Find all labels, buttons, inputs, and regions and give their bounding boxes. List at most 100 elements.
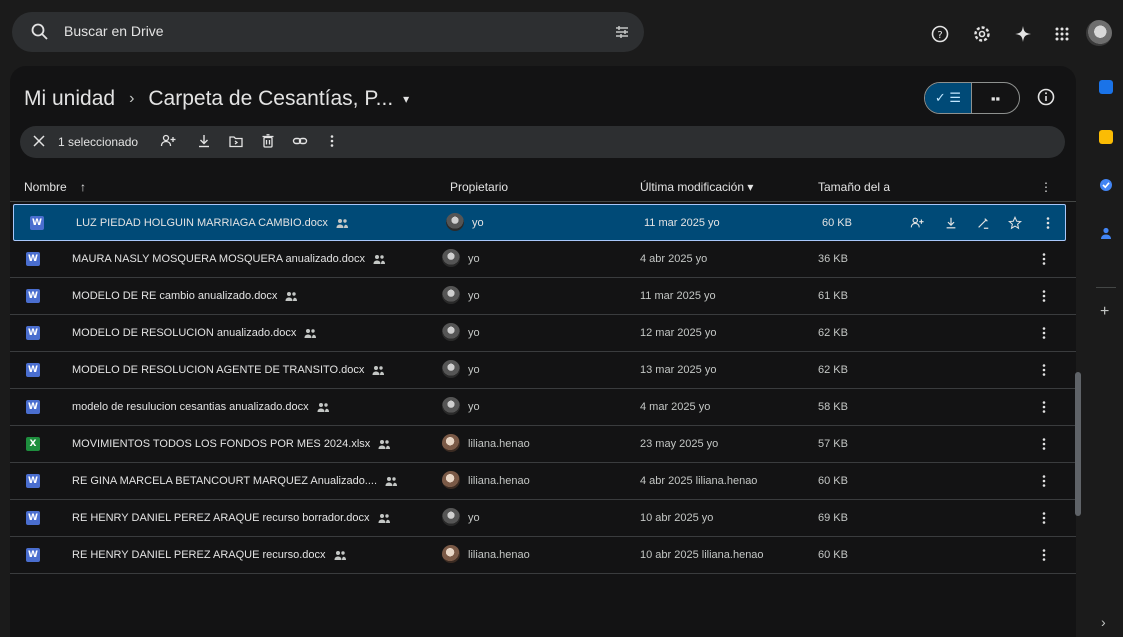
download-icon[interactable] [196, 133, 212, 149]
word-file-icon: W [26, 474, 40, 488]
file-name[interactable]: MODELO DE RE cambio anualizado.docx [72, 290, 277, 302]
more-actions-icon[interactable] [1038, 325, 1050, 341]
more-actions-icon[interactable] [1038, 288, 1050, 304]
more-actions-icon[interactable] [1038, 399, 1050, 415]
owner-avatar [442, 360, 460, 378]
column-header-modified[interactable]: Última modificación ▾ [640, 180, 753, 194]
more-actions-icon[interactable] [324, 133, 340, 149]
search-bar[interactable]: Buscar en Drive [12, 12, 644, 52]
owner-avatar [442, 471, 460, 489]
file-size: 69 KB [818, 512, 848, 524]
last-modified: 12 mar 2025 yo [640, 327, 717, 339]
info-icon[interactable] [1036, 87, 1056, 107]
download-icon[interactable] [944, 216, 958, 230]
more-actions-icon[interactable] [1038, 547, 1050, 563]
word-file-icon: W [26, 326, 40, 340]
gemini-sparkle-icon[interactable] [1013, 24, 1033, 44]
shared-icon [372, 366, 384, 375]
breadcrumb-current[interactable]: Carpeta de Cesantías, P... [148, 87, 393, 111]
tasks-icon[interactable] [1099, 178, 1113, 192]
file-name[interactable]: RE HENRY DANIEL PEREZ ARAQUE recurso bor… [72, 512, 370, 524]
table-row[interactable]: W RE HENRY DANIEL PEREZ ARAQUE recurso.do… [10, 537, 1076, 574]
calendar-icon[interactable] [1099, 80, 1113, 94]
column-options-icon[interactable]: ⋮ [1040, 180, 1052, 194]
share-icon[interactable] [160, 133, 176, 149]
keep-icon[interactable] [1099, 130, 1113, 144]
more-actions-icon[interactable] [1042, 215, 1054, 231]
selection-toolbar: 1 seleccionado [20, 126, 1065, 158]
breadcrumb: Mi unidad › Carpeta de Cesantías, P... ▾ [24, 84, 409, 114]
grid-view-button[interactable]: ▪▪ [972, 83, 1019, 113]
table-row[interactable]: W MODELO DE RE cambio anualizado.docx yo 11… [10, 278, 1076, 315]
more-actions-icon[interactable] [1038, 362, 1050, 378]
contacts-icon[interactable] [1099, 226, 1113, 240]
word-file-icon: W [26, 548, 40, 562]
more-actions-icon[interactable] [1038, 436, 1050, 452]
owner-name: liliana.henao [468, 438, 530, 450]
column-header-size[interactable]: Tamaño del a [818, 180, 890, 194]
file-size: 60 KB [818, 475, 848, 487]
copy-link-icon[interactable] [292, 133, 308, 149]
apps-grid-icon[interactable] [1052, 24, 1072, 44]
owner-name: yo [468, 253, 480, 265]
table-row[interactable]: X MOVIMIENTOS TODOS LOS FONDOS POR MES 20… [10, 426, 1076, 463]
owner-avatar [446, 213, 464, 231]
search-input[interactable]: Buscar en Drive [64, 23, 164, 39]
file-name[interactable]: MODELO DE RESOLUCION AGENTE DE TRANSITO.… [72, 364, 364, 376]
last-modified: 23 may 2025 yo [640, 438, 719, 450]
table-header: Nombre ↑ Propietario Última modificación… [10, 170, 1076, 202]
more-actions-icon[interactable] [1038, 473, 1050, 489]
file-name[interactable]: MOVIMIENTOS TODOS LOS FONDOS POR MES 202… [72, 438, 370, 450]
table-row[interactable]: W MODELO DE RESOLUCION AGENTE DE TRANSITO… [10, 352, 1076, 389]
sort-arrow-icon[interactable]: ↑ [80, 180, 86, 194]
main-panel: Mi unidad › Carpeta de Cesantías, P... ▾… [10, 66, 1076, 637]
file-size: 58 KB [818, 401, 848, 413]
last-modified: 13 mar 2025 yo [640, 364, 717, 376]
rename-icon[interactable] [976, 216, 990, 230]
file-name[interactable]: RE GINA MARCELA BETANCOURT MARQUEZ Anual… [72, 475, 377, 487]
star-icon[interactable] [1008, 216, 1022, 230]
settings-icon[interactable] [972, 24, 992, 44]
table-row[interactable]: W RE HENRY DANIEL PEREZ ARAQUE recurso bo… [10, 500, 1076, 537]
rail-divider [1096, 287, 1116, 288]
table-row[interactable]: W MAURA NASLY MOSQUERA MOSQUERA anualizad… [10, 241, 1076, 278]
last-modified: 11 mar 2025 yo [640, 290, 716, 302]
shared-icon [385, 477, 397, 486]
file-name[interactable]: modelo de resulucion cesantias anualizad… [72, 401, 309, 413]
file-name[interactable]: MODELO DE RESOLUCION anualizado.docx [72, 327, 296, 339]
folder-menu-caret-icon[interactable]: ▾ [403, 92, 409, 106]
file-name[interactable]: RE HENRY DANIEL PEREZ ARAQUE recurso.doc… [72, 549, 326, 561]
search-options-icon[interactable] [612, 22, 632, 42]
search-icon[interactable] [30, 22, 50, 42]
file-name[interactable]: MAURA NASLY MOSQUERA MOSQUERA anualizado… [72, 253, 365, 265]
help-icon[interactable]: ? [930, 24, 950, 44]
table-row[interactable]: W RE GINA MARCELA BETANCOURT MARQUEZ Anua… [10, 463, 1076, 500]
breadcrumb-root[interactable]: Mi unidad [24, 87, 115, 111]
more-actions-icon[interactable] [1038, 510, 1050, 526]
shared-icon [334, 551, 346, 560]
share-icon[interactable] [910, 216, 924, 230]
selection-count: 1 seleccionado [58, 135, 139, 149]
add-app-icon[interactable]: + [1100, 303, 1109, 321]
file-name[interactable]: LUZ PIEDAD HOLGUIN MARRIAGA CAMBIO.docx [76, 217, 328, 229]
table-row[interactable]: Wmodelo de resulucion cesantias anualiza… [10, 389, 1076, 426]
trash-icon[interactable] [260, 133, 276, 149]
last-modified: 4 mar 2025 yo [640, 401, 711, 413]
account-avatar[interactable] [1086, 20, 1112, 46]
scrollbar[interactable] [1075, 372, 1081, 516]
more-actions-icon[interactable] [1038, 251, 1050, 267]
column-header-owner[interactable]: Propietario [450, 180, 508, 194]
word-file-icon: W [26, 363, 40, 377]
file-size: 61 KB [818, 290, 848, 302]
column-header-name[interactable]: Nombre [24, 180, 67, 194]
file-size: 60 KB [822, 217, 852, 229]
word-file-icon: W [30, 216, 44, 230]
list-view-button[interactable]: ✓ ☰ [925, 83, 973, 113]
table-row[interactable]: W LUZ PIEDAD HOLGUIN MARRIAGA CAMBIO.docx… [13, 204, 1066, 241]
clear-selection-icon[interactable] [32, 134, 46, 148]
expand-rail-icon[interactable]: › [1101, 614, 1106, 630]
shared-icon [285, 292, 297, 301]
move-to-folder-icon[interactable] [228, 133, 244, 149]
owner-avatar [442, 434, 460, 452]
table-row[interactable]: W MODELO DE RESOLUCION anualizado.docx yo 1… [10, 315, 1076, 352]
